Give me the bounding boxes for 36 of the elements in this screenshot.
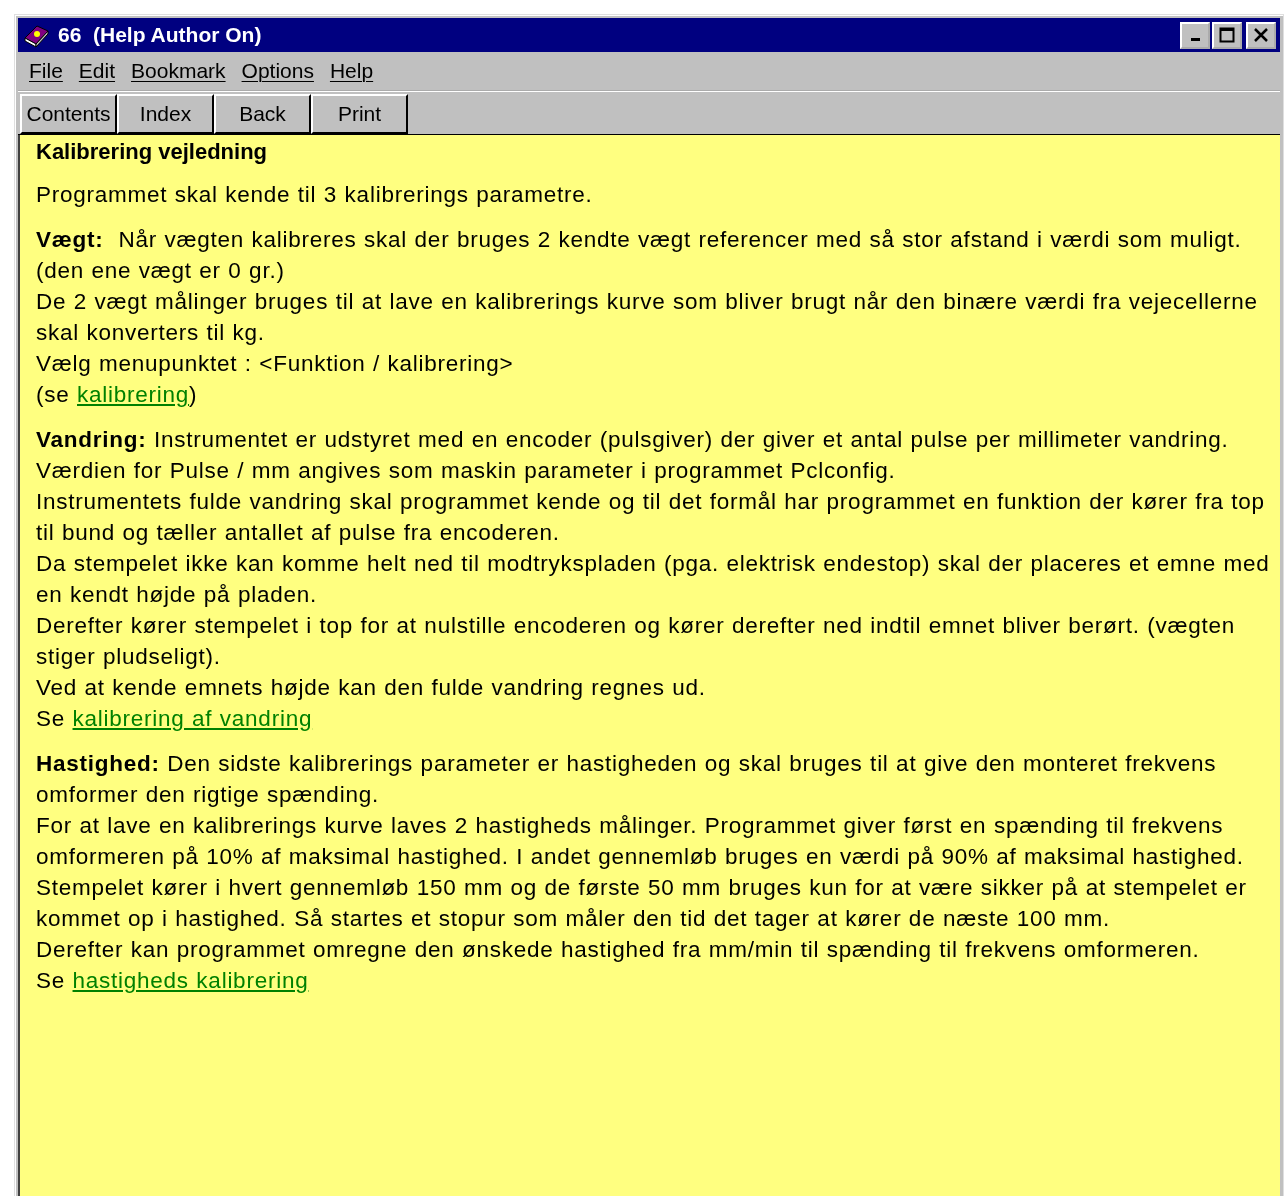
help-link[interactable]: hastigheds kalibrering: [72, 968, 309, 993]
window-title: 66 (Help Author On): [58, 23, 263, 47]
menu-item[interactable]: Edit: [73, 59, 127, 83]
minimize-button[interactable]: [1180, 21, 1210, 49]
paragraph-text: Instrumentets fulde vandring skal programmet kende og til det formål har programmet en funktion der kører fra top til bund og tæller antallet af pulse fra encoderen.: [36, 488, 1266, 547]
paragraph-text: (se kalibrering): [36, 381, 199, 409]
toolbar-button[interactable]: Contents: [20, 94, 117, 134]
paragraph-text: For at lave en kalibrerings kurve laves 2 hastigheds målinger. Programmet giver først en spænding til frekvens omformeren på 10% af maksimal hastighed. I andet gennemløb bruges en værdi på 90% af maksimal hastighed.: [36, 812, 1245, 871]
help-link[interactable]: kalibrering af vandring: [72, 706, 313, 731]
paragraph-text: Stempelet kører i hvert gennemløb 150 mm og de første 50 mm bruges kun for at være sikker på at stempelet er kommet op i hastighed. Så startes et stopur som måler den tid det tager at kører de næste 100 mm.: [36, 874, 1248, 933]
paragraph-text: Da stempelet ikke kan komme helt ned til modtrykspladen (pga. elektrisk endestop) skal der placeres et emne med en kendt højde på pladen.: [36, 550, 1271, 609]
toolbar-button[interactable]: Print: [311, 94, 408, 134]
paragraph-text: Vælg menupunktet : <Funktion / kalibrering>: [36, 350, 515, 378]
toolbar-button[interactable]: Index: [117, 94, 214, 134]
maximize-icon: [1219, 27, 1235, 43]
maximize-button[interactable]: [1212, 21, 1242, 49]
toolbar-button[interactable]: Back: [214, 94, 311, 134]
help-link[interactable]: kalibrering: [77, 382, 190, 407]
menu-item[interactable]: Help: [324, 59, 385, 83]
menu-item[interactable]: Options: [236, 59, 325, 83]
menu-item[interactable]: Bookmark: [126, 59, 237, 83]
paragraph-text: Se hastigheds kalibrering: [36, 967, 310, 995]
paragraph-text: Vægt: Når vægten kalibreres skal der bruges 2 kendte vægt referencer med så stor afstand i værdi som muligt. (den ene vægt er 0 gr.): [36, 226, 1243, 285]
topic-heading: Kalibrering vejledning: [36, 139, 269, 165]
paragraph-text: Programmet skal kende til 3 kalibrerings parametre.: [36, 181, 594, 209]
paragraph-text: De 2 vægt målinger bruges til at lave en kalibrerings kurve som bliver brugt når den binære værdi fra vejecellerne skal konverters til kg.: [36, 288, 1259, 347]
menu-item[interactable]: File: [24, 59, 74, 83]
close-button[interactable]: [1246, 21, 1276, 49]
paragraph-text: Vandring: Instrumentet er udstyret med en encoder (pulsgiver) der giver et antal pulse per millimeter vandring. Værdien for Pulse / mm angives som maskin parameter i programmet Pclconfig.: [36, 426, 1230, 485]
paragraph-text: Hastighed: Den sidste kalibrerings parameter er hastigheden og skal bruges til at give den monteret frekvens omformer den rigtige spænding.: [36, 750, 1218, 809]
close-icon: [1253, 28, 1269, 42]
paragraph-text: Derefter kan programmet omregne den ønskede hastighed fra mm/min til spænding til frekvens omformeren.: [36, 936, 1201, 964]
paragraph-text: Se kalibrering af vandring: [36, 705, 314, 733]
paragraph-text: Ved at kende emnets højde kan den fulde vandring regnes ud.: [36, 674, 707, 702]
minimize-icon: [1190, 38, 1200, 41]
paragraph-text: Derefter kører stempelet i top for at nulstille encoderen og kører derefter ned indtil emnet bliver berørt. (vægten stiger pludseligt).: [36, 612, 1236, 671]
